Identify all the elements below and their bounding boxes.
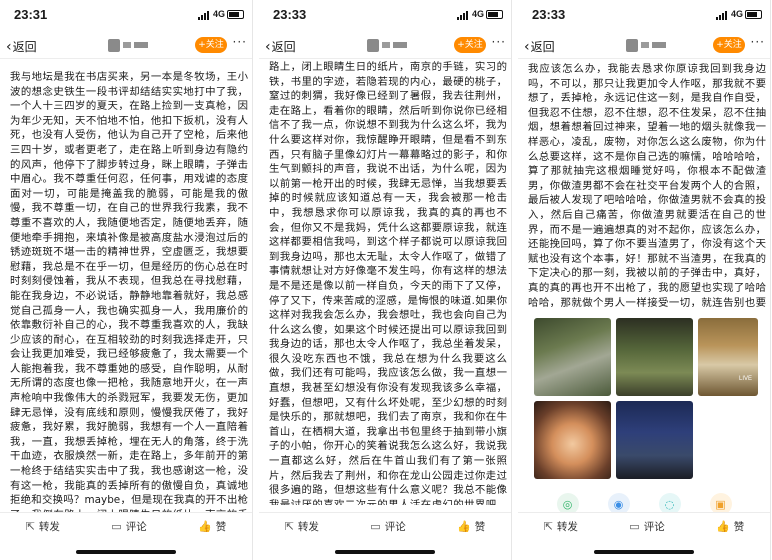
phone-screen-1: 23:31 4G ‹ 返回 +关注 ··· 我与地坛是我在书店买来，另一本是冬牧… — [0, 0, 253, 560]
avatar — [626, 38, 638, 52]
status-time: 23:33 — [273, 7, 307, 22]
comment-icon: ▭ — [629, 520, 640, 533]
status-bar: 23:33 4G — [518, 0, 770, 30]
author-avatar-blurred[interactable] — [367, 38, 407, 52]
follow-button[interactable]: +关注 — [713, 37, 745, 53]
back-label: 返回 — [12, 40, 37, 54]
back-button[interactable]: ‹ 返回 — [524, 38, 555, 55]
post-text: 路上，闭上眼睛生日的纸片，南京的手链，实习的铁，书里的字迹，若隐若现的内心，最硬… — [269, 60, 507, 505]
thumbs-up-icon: 👍 — [716, 520, 730, 533]
photo-thumbnail[interactable] — [534, 401, 611, 479]
status-bar: 23:31 4G — [0, 0, 252, 30]
signal-icon — [716, 10, 730, 20]
post-paragraph: 我应该怎么办，我能去恳求你原谅我回到我身边吗，不可以，那只让我更加令人作呕，那我… — [528, 63, 766, 307]
network-label: 4G — [730, 9, 743, 19]
forward-button[interactable]: ⇱ 转发 — [544, 519, 578, 534]
forward-button[interactable]: ⇱ 转发 — [285, 519, 319, 534]
status-time: 23:33 — [532, 7, 566, 22]
home-indicator — [335, 550, 435, 554]
battery-icon — [227, 10, 244, 19]
forward-button[interactable]: ⇱ 转发 — [26, 519, 60, 534]
back-button[interactable]: ‹ 返回 — [265, 38, 296, 55]
phone-screen-2: 23:33 4G ‹ 返回 +关注 ··· 路上，闭上眼睛生日的纸片，南京的手链… — [259, 0, 512, 560]
phone-screen-3: 23:33 4G ‹ 返回 +关注 ··· 我应该怎么办，我能去恳求你原谅我回到… — [518, 0, 771, 560]
photo-thumbnail[interactable] — [534, 318, 611, 396]
back-label: 返回 — [271, 40, 296, 54]
battery-icon — [486, 10, 503, 19]
bottom-action-bar: ⇱ 转发 ▭ 评论 👍 赞 — [0, 512, 252, 540]
comment-icon: ▭ — [370, 520, 381, 533]
author-avatar-blurred[interactable] — [626, 38, 666, 52]
more-icon[interactable]: ··· — [233, 35, 247, 49]
avatar — [108, 38, 120, 52]
home-indicator — [594, 550, 694, 554]
share-icon: ⇱ — [25, 520, 35, 533]
photo-thumbnail[interactable]: LIVE — [698, 318, 758, 396]
post-paragraph: 我与地坛是我在书店买来，另一本是冬牧场，王小波的想念史铁生一段书评却结结实实地打… — [10, 71, 248, 515]
more-icon[interactable]: ··· — [492, 35, 506, 49]
battery-icon — [745, 10, 762, 19]
comment-button[interactable]: ▭ 评论 — [111, 519, 146, 534]
nav-bar: ‹ 返回 +关注 ··· — [518, 31, 770, 59]
chevron-left-icon: ‹ — [6, 38, 12, 55]
home-indicator — [76, 550, 176, 554]
signal-icon — [198, 10, 212, 20]
network-label: 4G — [212, 9, 225, 19]
post-text: 我应该怎么办，我能去恳求你原谅我回到我身边吗，不可以，那只让我更加令人作呕，那我… — [528, 62, 766, 307]
nav-bar: ‹ 返回 +关注 ··· — [0, 31, 252, 59]
more-icon[interactable]: ··· — [751, 35, 765, 49]
status-bar: 23:33 4G — [259, 0, 511, 30]
share-icon: ⇱ — [284, 520, 294, 533]
status-time: 23:31 — [14, 7, 48, 22]
comment-icon: ▭ — [111, 520, 122, 533]
thumbs-up-icon: 👍 — [198, 520, 212, 533]
nav-bar: ‹ 返回 +关注 ··· — [259, 31, 511, 59]
chevron-left-icon: ‹ — [524, 38, 530, 55]
bottom-action-bar: ⇱ 转发 ▭ 评论 👍 赞 — [518, 512, 770, 540]
chevron-left-icon: ‹ — [265, 38, 271, 55]
three-screenshot-collage: 23:31 4G ‹ 返回 +关注 ··· 我与地坛是我在书店买来，另一本是冬牧… — [0, 0, 772, 560]
like-button[interactable]: 👍 赞 — [716, 519, 744, 534]
photo-thumbnail[interactable] — [616, 318, 693, 396]
like-button[interactable]: 👍 赞 — [457, 519, 485, 534]
signal-icon — [457, 10, 471, 20]
thumbs-up-icon: 👍 — [457, 520, 471, 533]
post-text: 我与地坛是我在书店买来，另一本是冬牧场，王小波的想念史铁生一段书评却结结实实地打… — [10, 70, 248, 515]
back-button[interactable]: ‹ 返回 — [6, 38, 37, 55]
post-paragraph: 路上，闭上眼睛生日的纸片，南京的手链，实习的铁，书里的字迹，若隐若现的内心，最硬… — [269, 61, 507, 505]
network-label: 4G — [471, 9, 484, 19]
author-avatar-blurred[interactable] — [108, 38, 148, 52]
share-icon: ⇱ — [543, 520, 553, 533]
bottom-action-bar: ⇱ 转发 ▭ 评论 👍 赞 — [259, 512, 511, 540]
follow-button[interactable]: +关注 — [454, 37, 486, 53]
photo-thumbnail[interactable] — [616, 401, 693, 479]
avatar — [367, 38, 379, 52]
comment-button[interactable]: ▭ 评论 — [370, 519, 405, 534]
comment-button[interactable]: ▭ 评论 — [629, 519, 664, 534]
follow-button[interactable]: +关注 — [195, 37, 227, 53]
like-button[interactable]: 👍 赞 — [198, 519, 226, 534]
back-label: 返回 — [530, 40, 555, 54]
live-photo-badge: LIVE — [738, 376, 752, 382]
